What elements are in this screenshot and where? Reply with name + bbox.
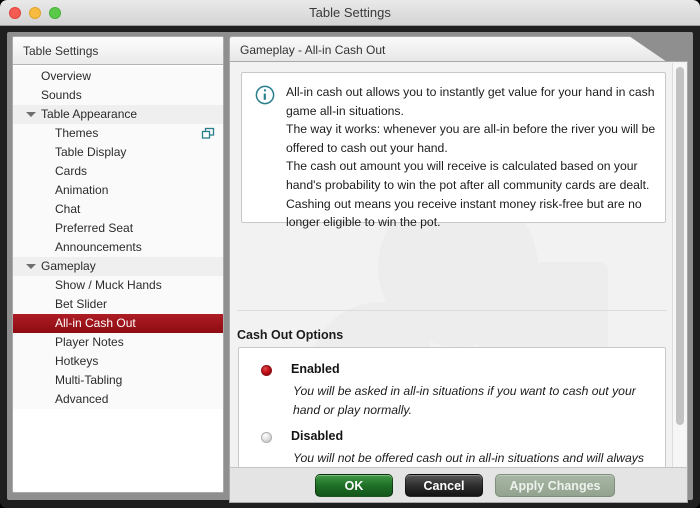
sidebar-item-label: Gameplay — [41, 259, 96, 273]
window-title: Table Settings — [309, 5, 391, 20]
sidebar-item-label: Chat — [55, 202, 81, 216]
sidebar-item-player-notes[interactable]: Player Notes — [13, 333, 223, 352]
option-enabled-description: You will be asked in all-in situations i… — [293, 384, 636, 417]
content-frame: Table Settings Overview Sounds Table Appea… — [7, 32, 693, 503]
chevron-down-icon[interactable] — [26, 112, 36, 117]
sidebar-item-label: Table Display — [55, 145, 127, 159]
detail-panel: All-in cash out allows you to instantly … — [229, 61, 688, 468]
info-box: All-in cash out allows you to instantly … — [241, 72, 666, 229]
sidebar-item-label: Bet Slider — [55, 297, 108, 311]
info-icon — [255, 85, 275, 105]
sidebar-item-themes[interactable]: Themes — [13, 124, 223, 143]
cancel-button[interactable]: Cancel — [405, 474, 483, 497]
sidebar-item-sounds[interactable]: Sounds — [13, 86, 223, 105]
table-settings-window: Table Settings Table Settings Overview So… — [0, 0, 700, 508]
sidebar-item-cards[interactable]: Cards — [13, 162, 223, 181]
window-body: Table Settings Overview Sounds Table Appea… — [0, 26, 700, 508]
sidebar-item-label: Multi-Tabling — [55, 373, 123, 387]
info-paragraph: The way it works: whenever you are all-i… — [286, 122, 656, 155]
option-disabled-description: You will not be offered cash out in all-… — [293, 451, 644, 465]
sidebar-item-label: Advanced — [55, 392, 109, 406]
sidebar-item-gameplay[interactable]: Gameplay — [13, 257, 223, 276]
settings-sidebar: Table Settings Overview Sounds Table Appea… — [12, 36, 224, 493]
sidebar-item-show-muck-hands[interactable]: Show / Muck Hands — [13, 276, 223, 295]
radio-enabled[interactable] — [261, 365, 272, 376]
detail-tab-header: Gameplay - All-in Cash Out — [229, 36, 667, 62]
settings-tree[interactable]: Overview Sounds Table Appearance Themes Tabl… — [13, 65, 223, 492]
sidebar-item-bet-slider[interactable]: Bet Slider — [13, 295, 223, 314]
sidebar-item-table-display[interactable]: Table Display — [13, 143, 223, 162]
sidebar-item-label: Sounds — [41, 88, 82, 102]
detail-panel-scrollbar[interactable] — [672, 63, 686, 467]
sidebar-item-label: Overview — [41, 69, 92, 83]
sidebar-item-label: All-in Cash Out — [55, 316, 136, 330]
sidebar-item-label: Table Appearance — [41, 107, 138, 121]
sidebar-item-label: Animation — [55, 183, 109, 197]
sidebar-item-animation[interactable]: Animation — [13, 181, 223, 200]
sidebar-item-label: Preferred Seat — [55, 221, 134, 235]
settings-detail-pane: Gameplay - All-in Cash Out All-in cash o… — [229, 36, 688, 503]
info-paragraph: All-in cash out allows you to instantly … — [286, 85, 655, 118]
sidebar-header: Table Settings — [13, 37, 223, 65]
chevron-down-icon[interactable] — [26, 264, 36, 269]
sidebar-item-hotkeys[interactable]: Hotkeys — [13, 352, 223, 371]
scrollbar-thumb[interactable] — [676, 67, 684, 425]
sidebar-item-multi-tabling[interactable]: Multi-Tabling — [13, 371, 223, 390]
info-paragraph: Cashing out means you receive instant mo… — [286, 196, 642, 230]
cash-out-options-box: Enabled You will be asked in all-in situ… — [238, 347, 666, 467]
sidebar-item-label: Themes — [55, 126, 99, 140]
sidebar-item-overview[interactable]: Overview — [13, 67, 223, 86]
sidebar-item-label: Cards — [55, 164, 88, 178]
radio-disabled[interactable] — [261, 432, 272, 443]
detail-tab-title: Gameplay - All-in Cash Out — [240, 43, 386, 57]
info-paragraph: The cash out amount you will receive is … — [286, 159, 650, 192]
sidebar-item-label: Hotkeys — [55, 354, 99, 368]
sidebar-item-advanced[interactable]: Advanced — [13, 390, 223, 409]
section-divider — [237, 310, 667, 311]
info-text: All-in cash out allows you to instantly … — [286, 83, 656, 232]
option-enabled-label: Enabled — [291, 362, 340, 376]
sidebar-item-label: Player Notes — [55, 335, 124, 349]
ok-button[interactable]: OK — [315, 474, 393, 497]
cash-out-options-title: Cash Out Options — [237, 328, 344, 342]
open-in-window-icon[interactable] — [201, 127, 215, 140]
option-disabled-label: Disabled — [291, 429, 344, 443]
dialog-button-bar: OK Cancel Apply Changes — [229, 467, 688, 503]
sidebar-item-label: Announcements — [55, 240, 142, 254]
sidebar-item-all-in-cash-out[interactable]: All-in Cash Out — [13, 314, 223, 333]
apply-changes-button[interactable]: Apply Changes — [495, 474, 615, 497]
sidebar-item-table-appearance[interactable]: Table Appearance — [13, 105, 223, 124]
sidebar-item-chat[interactable]: Chat — [13, 200, 223, 219]
title-bar: Table Settings — [0, 0, 700, 26]
sidebar-item-preferred-seat[interactable]: Preferred Seat — [13, 219, 223, 238]
sidebar-item-announcements[interactable]: Announcements — [13, 238, 223, 257]
sidebar-item-label: Show / Muck Hands — [55, 278, 162, 292]
